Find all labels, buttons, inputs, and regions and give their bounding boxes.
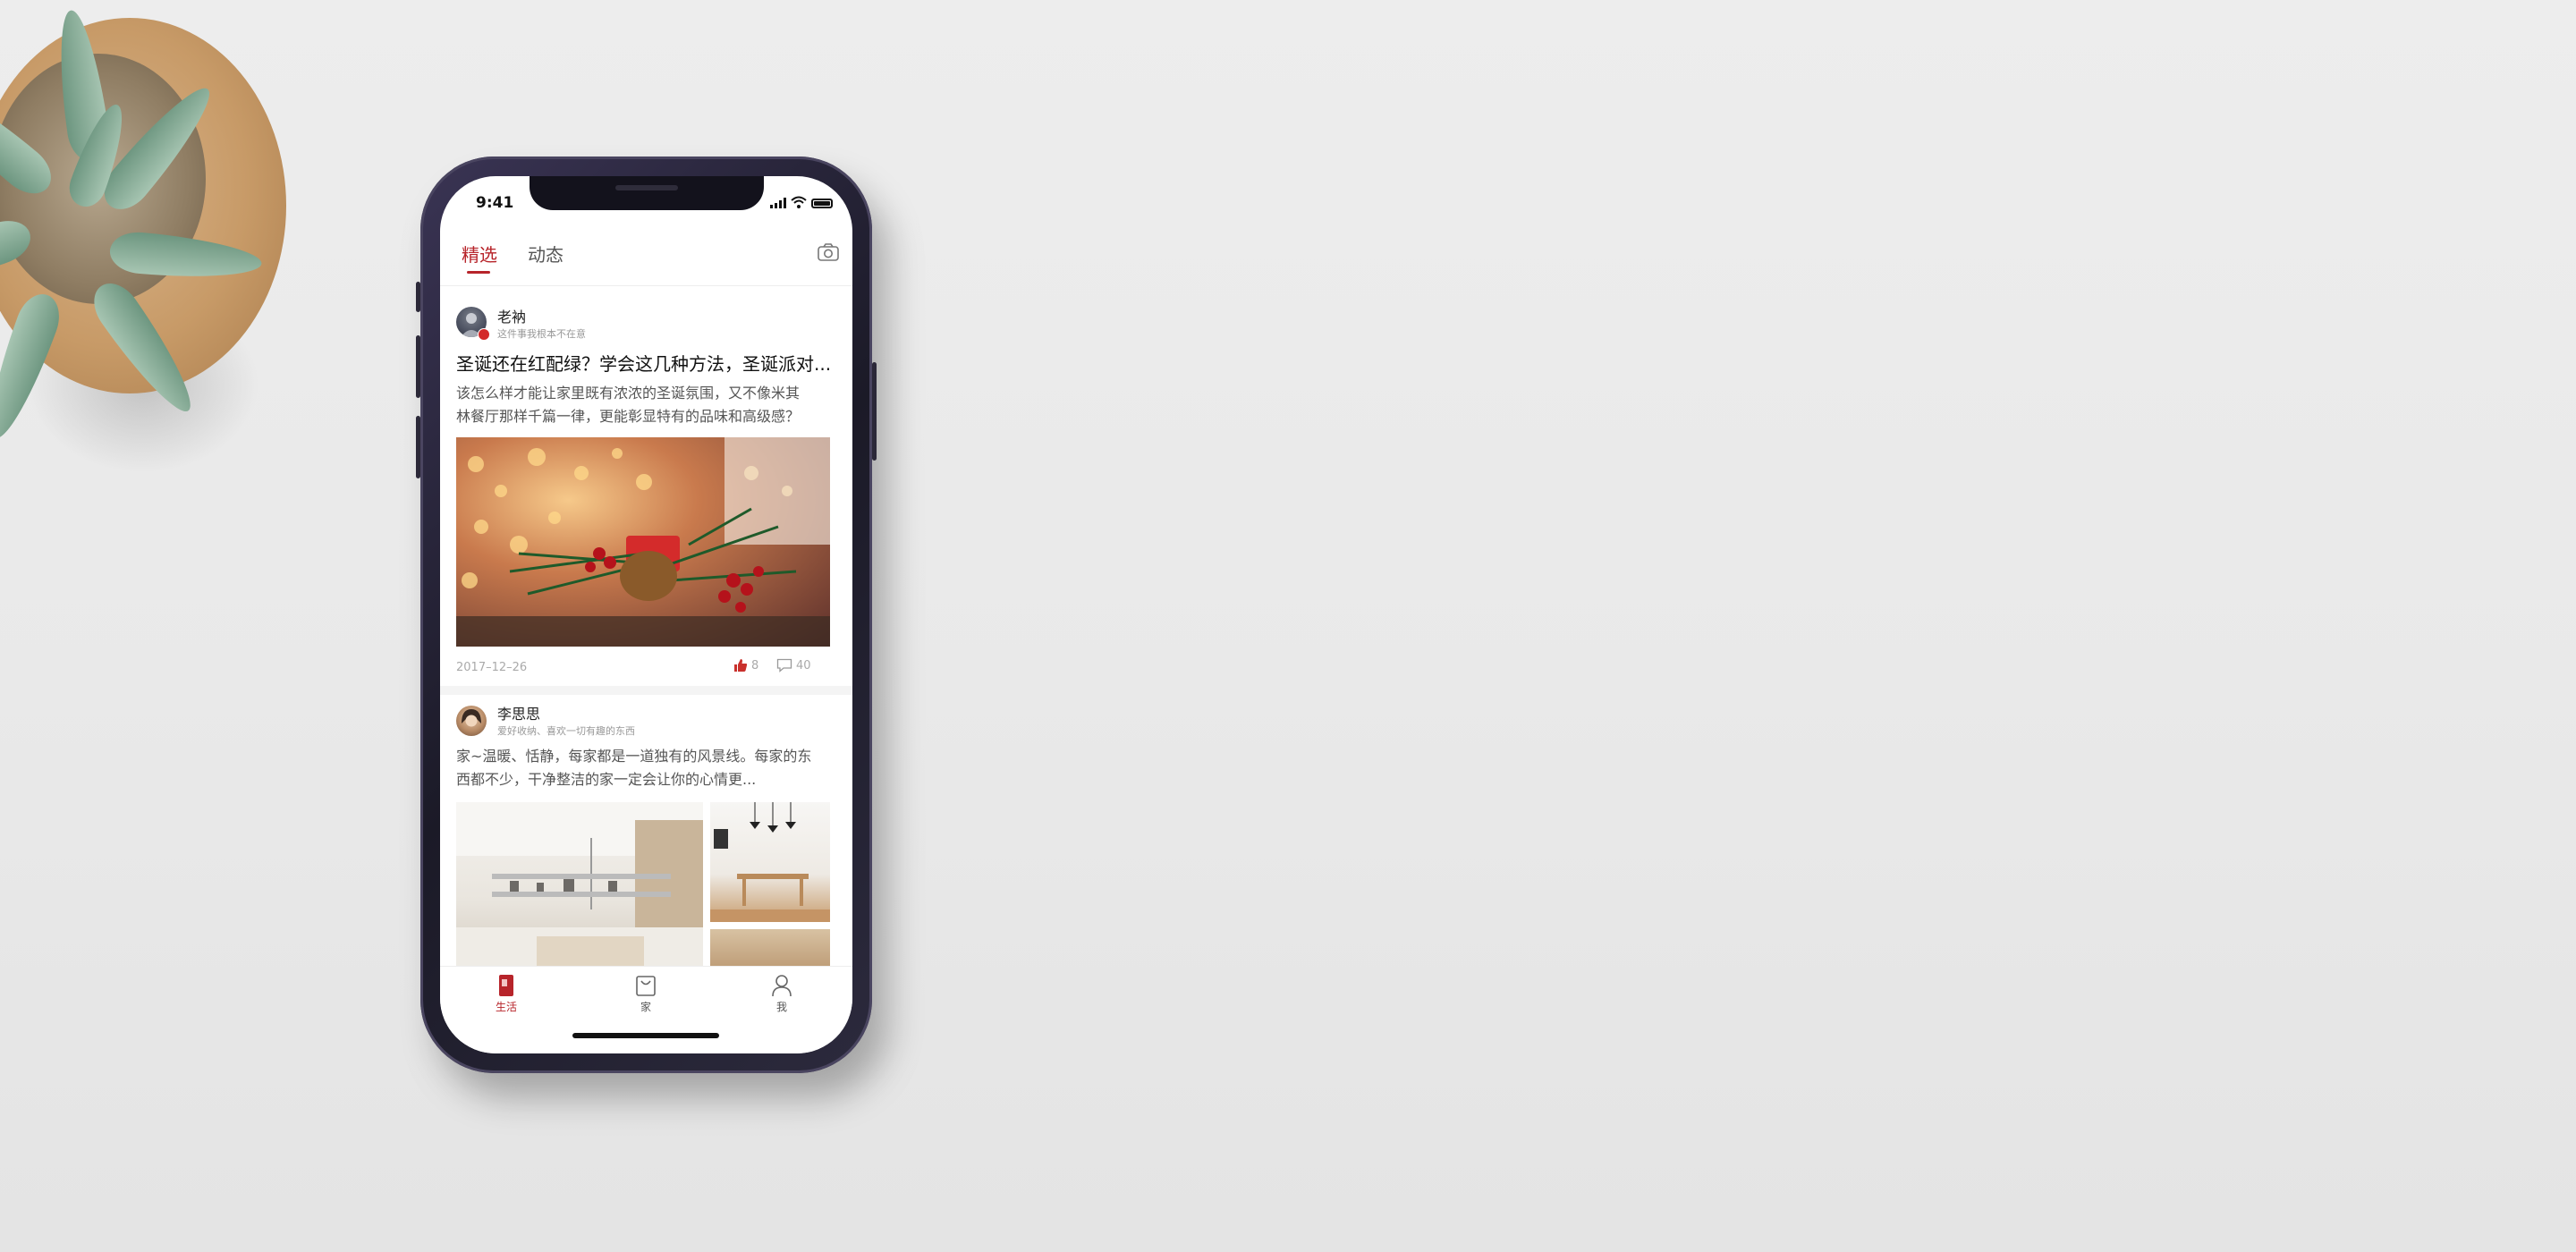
status-time: 9:41 [476,194,514,212]
leaf [84,274,206,423]
side-button-right [872,362,877,461]
post-card[interactable]: 李思思 爱好收纳、喜欢一切有趣的东西 家~温暖、恬静，每家都是一道独有的风景线。… [440,695,852,966]
like-count: 8 [751,658,759,673]
post-title[interactable]: 圣诞还在红配绿？学会这几种方法，圣诞派对... [456,350,836,376]
leaf [107,230,264,284]
like-button[interactable]: 8 [733,658,758,673]
silent-switch [416,282,420,312]
feed[interactable]: 老衲 这件事我根本不在意 圣诞还在红配绿？学会这几种方法，圣诞派对... 该怎么… [440,291,852,966]
volume-up-button [416,335,420,398]
tab-label: 生活 [495,1001,517,1013]
header-tabs: 精选 动态 [440,241,852,286]
verified-badge [478,328,490,341]
camera-icon[interactable] [817,242,840,262]
post-excerpt: 该怎么样才能让家里既有浓浓的圣诞氛围，又不像米其 林餐厅那样千篇一律，更能彰显特… [456,382,841,428]
christmas-photo[interactable] [456,437,830,647]
status-icons [770,194,833,208]
post-date: 2017–12–26 [456,661,528,674]
avatar-person-shape [462,709,481,727]
life-icon [499,975,513,996]
excerpt-line: 西都不少，干净整洁的家一定会让你的心情更... [456,771,757,788]
author-name[interactable]: 李思思 [497,702,540,723]
excerpt-line: 林餐厅那样千篇一律，更能彰显特有的品味和高级感？ [456,408,801,425]
kitchen-photo[interactable] [456,802,703,966]
avatar[interactable] [456,706,487,736]
user-icon [772,975,792,997]
leaf [0,74,61,204]
author-name[interactable]: 老衲 [497,305,526,326]
author-subtitle: 爱好收纳、喜欢一切有趣的东西 [497,725,635,737]
post-card[interactable]: 老衲 这件事我根本不在意 圣诞还在红配绿？学会这几种方法，圣诞派对... 该怎么… [440,291,852,686]
wifi-icon [791,196,807,208]
succulent-leaves [0,0,268,445]
post-excerpt: 家~温暖、恬静，每家都是一道独有的风景线。每家的东 西都不少，干净整洁的家一定会… [456,745,841,791]
excerpt-line: 家~温暖、恬静，每家都是一道独有的风景线。每家的东 [456,748,812,765]
phone-device: 9:41 精选 动态 老衲 这件事我根本不在意 圣诞还在红配绿？学会这几种方法，… [416,156,877,1073]
signal-icon [770,198,786,208]
phone-screen: 9:41 精选 动态 老衲 这件事我根本不在意 圣诞还在红配绿？学会这几种方法，… [440,176,852,1053]
tab-featured[interactable]: 精选 [462,241,497,266]
thumbs-up-icon [734,659,748,672]
bottom-tab-bar: 生活 家 我 [440,966,852,1053]
tab-label: 我 [775,1001,787,1013]
dining-photo[interactable] [710,802,830,922]
dining-illustration [710,802,830,922]
speaker [615,185,678,190]
tab-me[interactable]: 我 [755,974,809,1014]
tab-home[interactable]: 家 [619,974,673,1014]
excerpt-line: 该怎么样才能让家里既有浓浓的圣诞氛围，又不像米其 [456,385,801,402]
home-indicator[interactable] [572,1033,719,1038]
christmas-decor-illustration [456,437,830,647]
comment-button[interactable]: 40 [776,658,811,673]
notch [530,176,764,210]
tab-active-indicator [467,271,490,274]
comment-icon [776,658,792,673]
comment-count: 40 [796,658,811,673]
battery-icon [811,199,833,208]
author-subtitle: 这件事我根本不在意 [497,328,586,340]
kitchen-illustration [456,802,703,966]
tab-label: 家 [640,1001,651,1013]
volume-down-button [416,416,420,478]
home-bag-icon [636,976,656,996]
leaf [0,213,37,304]
living-photo[interactable] [710,929,830,966]
tab-life[interactable]: 生活 [479,974,533,1014]
tab-updates[interactable]: 动态 [528,241,564,266]
